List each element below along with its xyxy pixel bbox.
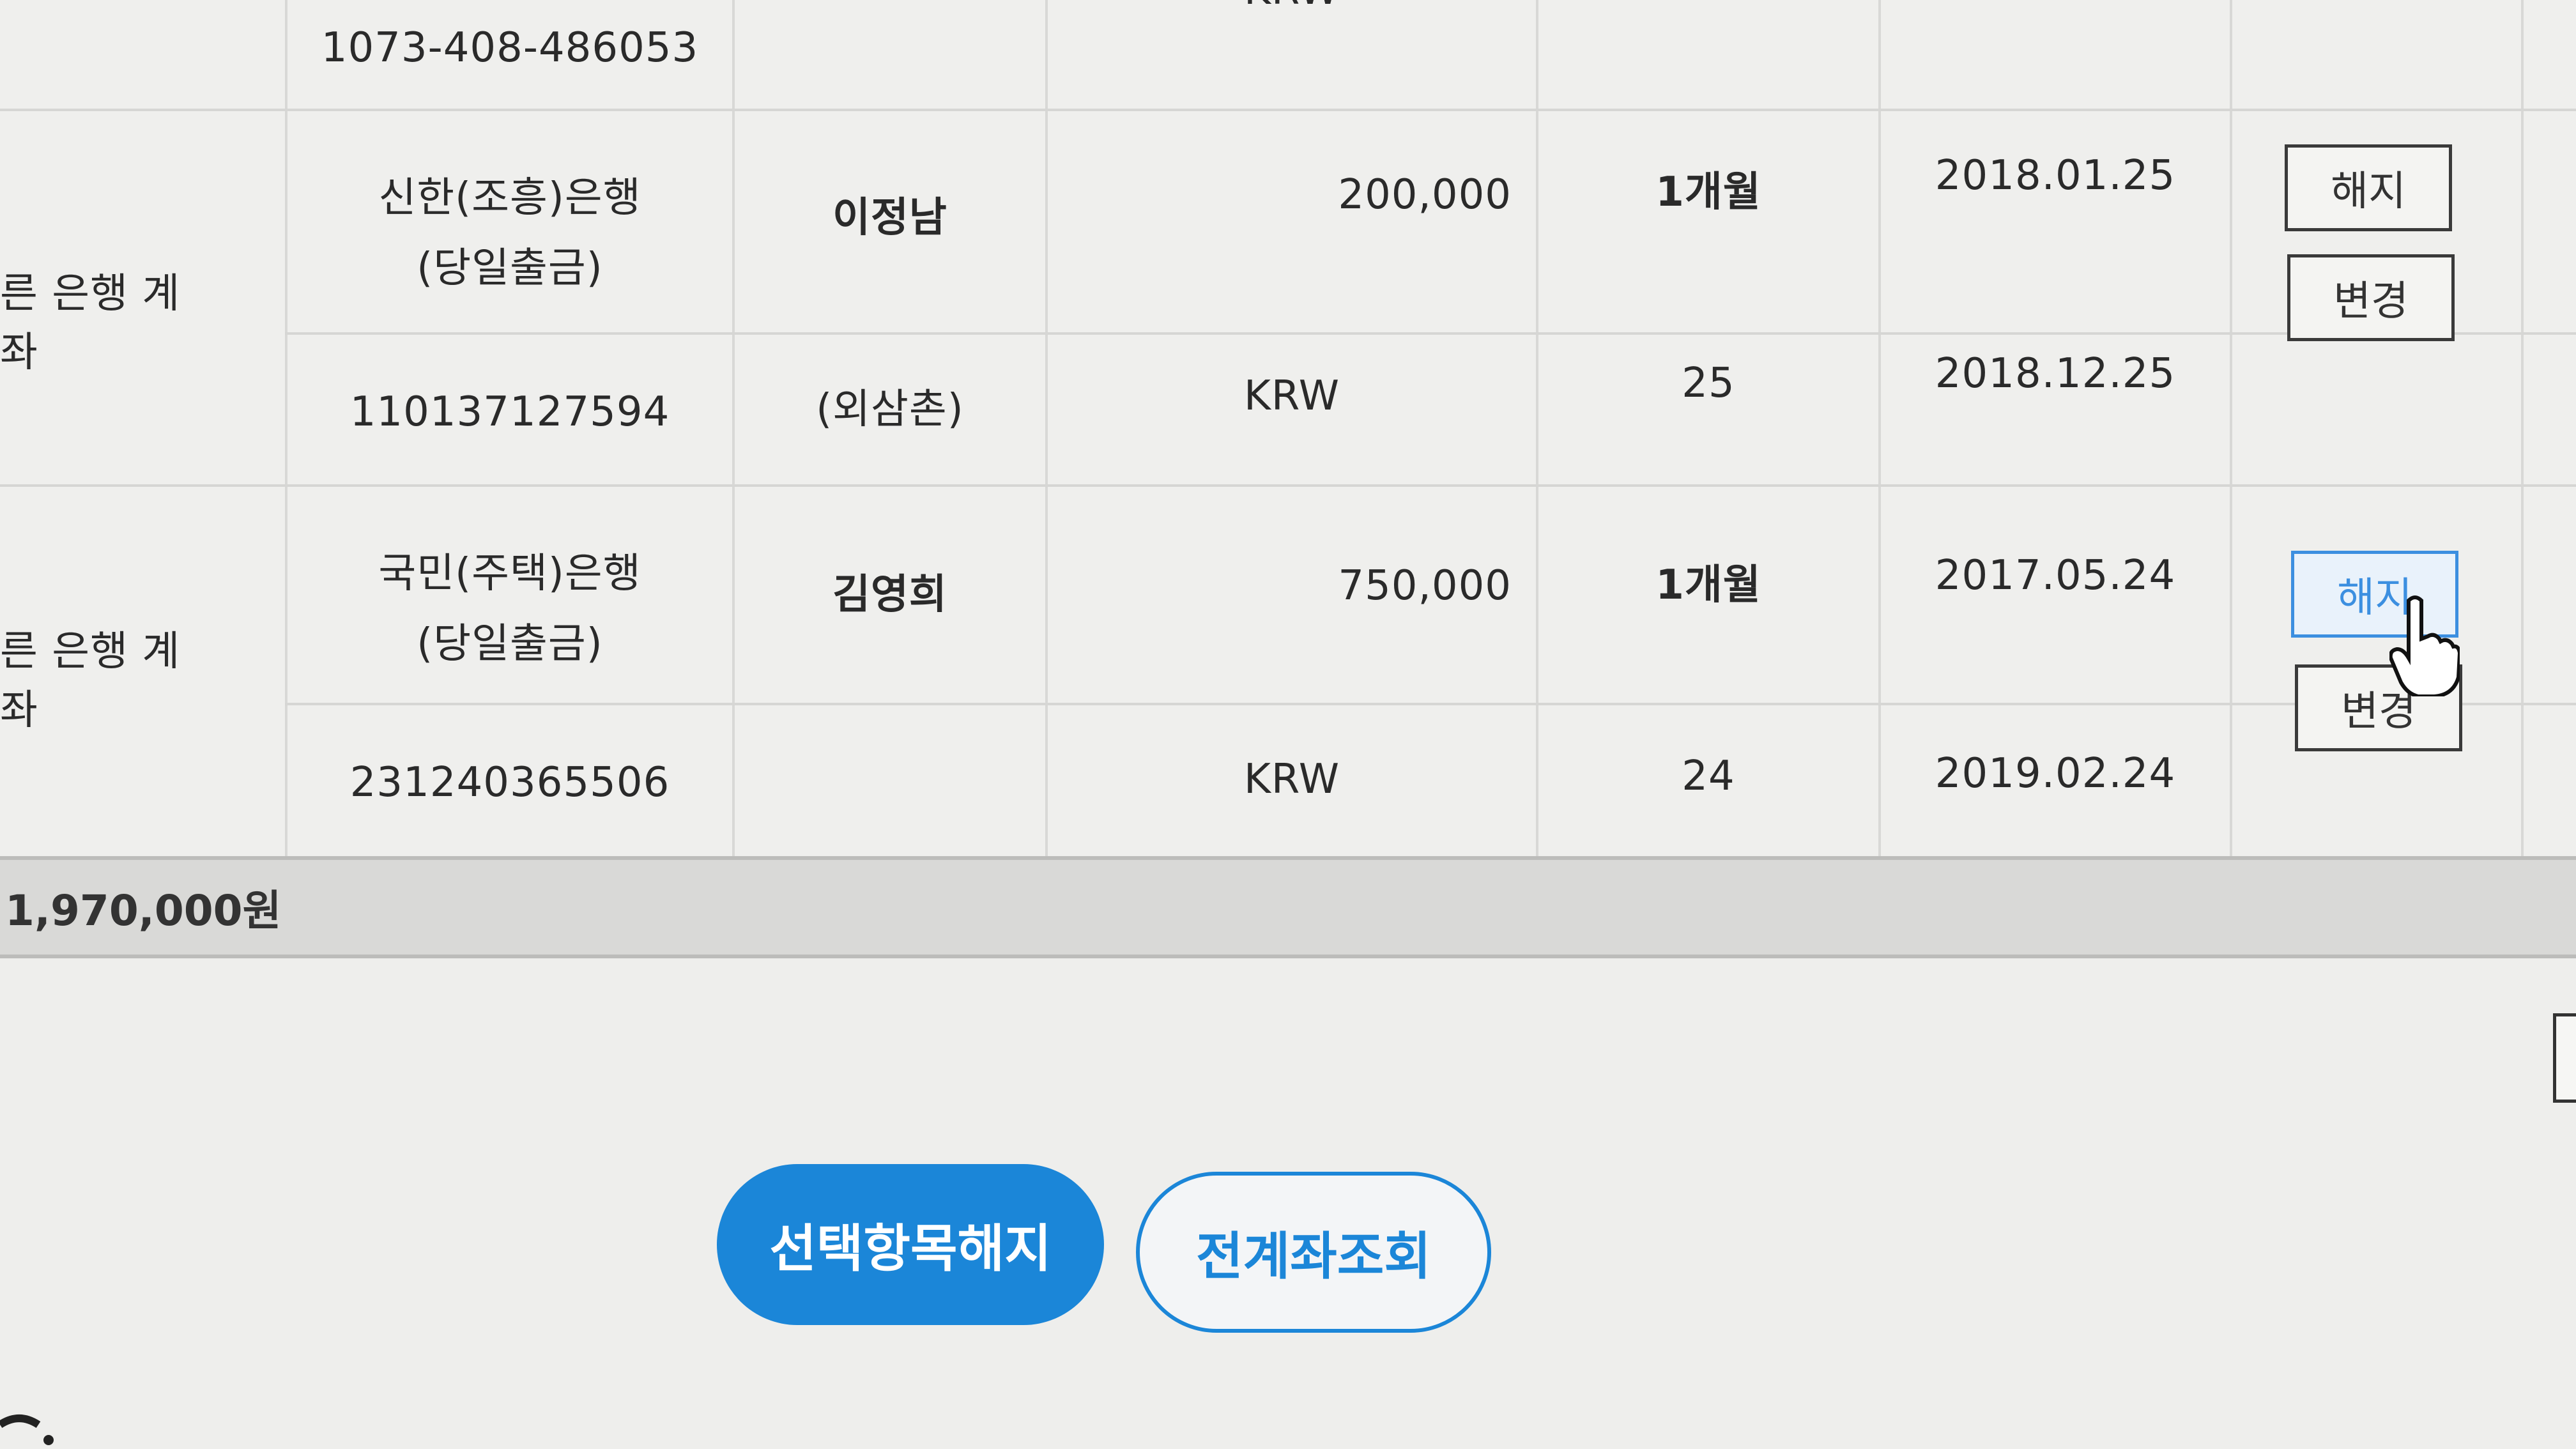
end-date: 2019.02.24 [1935, 750, 2176, 797]
transfer-amount: 200,000 [1338, 171, 1512, 218]
cancel-selected-button[interactable]: 선택항목해지 [717, 1164, 1104, 1325]
total-amount: 1,970,000원 [5, 886, 282, 935]
bank-name-line1: 신한(조흥)은행 [378, 174, 641, 222]
currency: KRW [1243, 372, 1340, 420]
account-number: 1073-408-486053 [321, 24, 699, 72]
account-number: 110137127594 [349, 388, 670, 436]
start-date: 2017.05.24 [1935, 552, 2176, 599]
transfer-cycle: 1개월 [1655, 169, 1761, 216]
start-date: 2018.01.25 [1935, 152, 2176, 199]
column-divider [1878, 0, 1881, 856]
column-divider [2230, 0, 2232, 856]
currency: KRW [1048, 0, 1536, 32]
bank-name-line2: (당일출금) [417, 245, 603, 292]
column-divider [2521, 0, 2524, 856]
bank-name: 신한(조흥)은행 (당일출금) [288, 147, 732, 319]
bank-name-line1: 국민(주택)은행 [378, 550, 641, 597]
currency: KRW [1243, 756, 1340, 803]
hand-pointer-icon [2389, 595, 2460, 696]
column-divider [1536, 0, 1538, 856]
transfer-day: 24 [1682, 753, 1735, 800]
account-type-label: 른 은행 계좌 [0, 270, 181, 376]
view-all-accounts-button[interactable]: 전계좌조회 [1136, 1172, 1491, 1333]
partial-glyph [0, 1414, 54, 1445]
holder-relation: (외삼촌) [816, 386, 964, 433]
auto-transfer-table: 1073-408-486053 KRW 른 은행 계좌 신한(조흥)은행 (당일… [0, 0, 2576, 856]
row-divider [285, 703, 2576, 705]
edge-button[interactable] [2553, 1013, 2576, 1103]
cancel-button[interactable]: 해지 [2285, 144, 2452, 231]
bank-name-line2: (당일출금) [417, 620, 603, 668]
transfer-day: 25 [1682, 360, 1735, 407]
total-bar: 1,970,000원 [0, 856, 2576, 958]
account-type-label: 른 은행 계좌 [0, 628, 181, 734]
change-button[interactable]: 변경 [2287, 254, 2455, 341]
account-holder: 이정남 [832, 194, 947, 241]
end-date: 2018.12.25 [1935, 350, 2176, 397]
row-divider [0, 109, 2576, 111]
row-divider [285, 332, 2576, 335]
account-number: 231240365506 [349, 759, 670, 806]
holder-relation [735, 741, 1045, 824]
transfer-cycle: 1개월 [1655, 562, 1761, 609]
transfer-amount: 750,000 [1338, 562, 1512, 610]
row-divider [0, 484, 2576, 487]
bank-name: 국민(주택)은행 (당일출금) [288, 523, 732, 695]
account-holder: 김영희 [832, 571, 947, 618]
